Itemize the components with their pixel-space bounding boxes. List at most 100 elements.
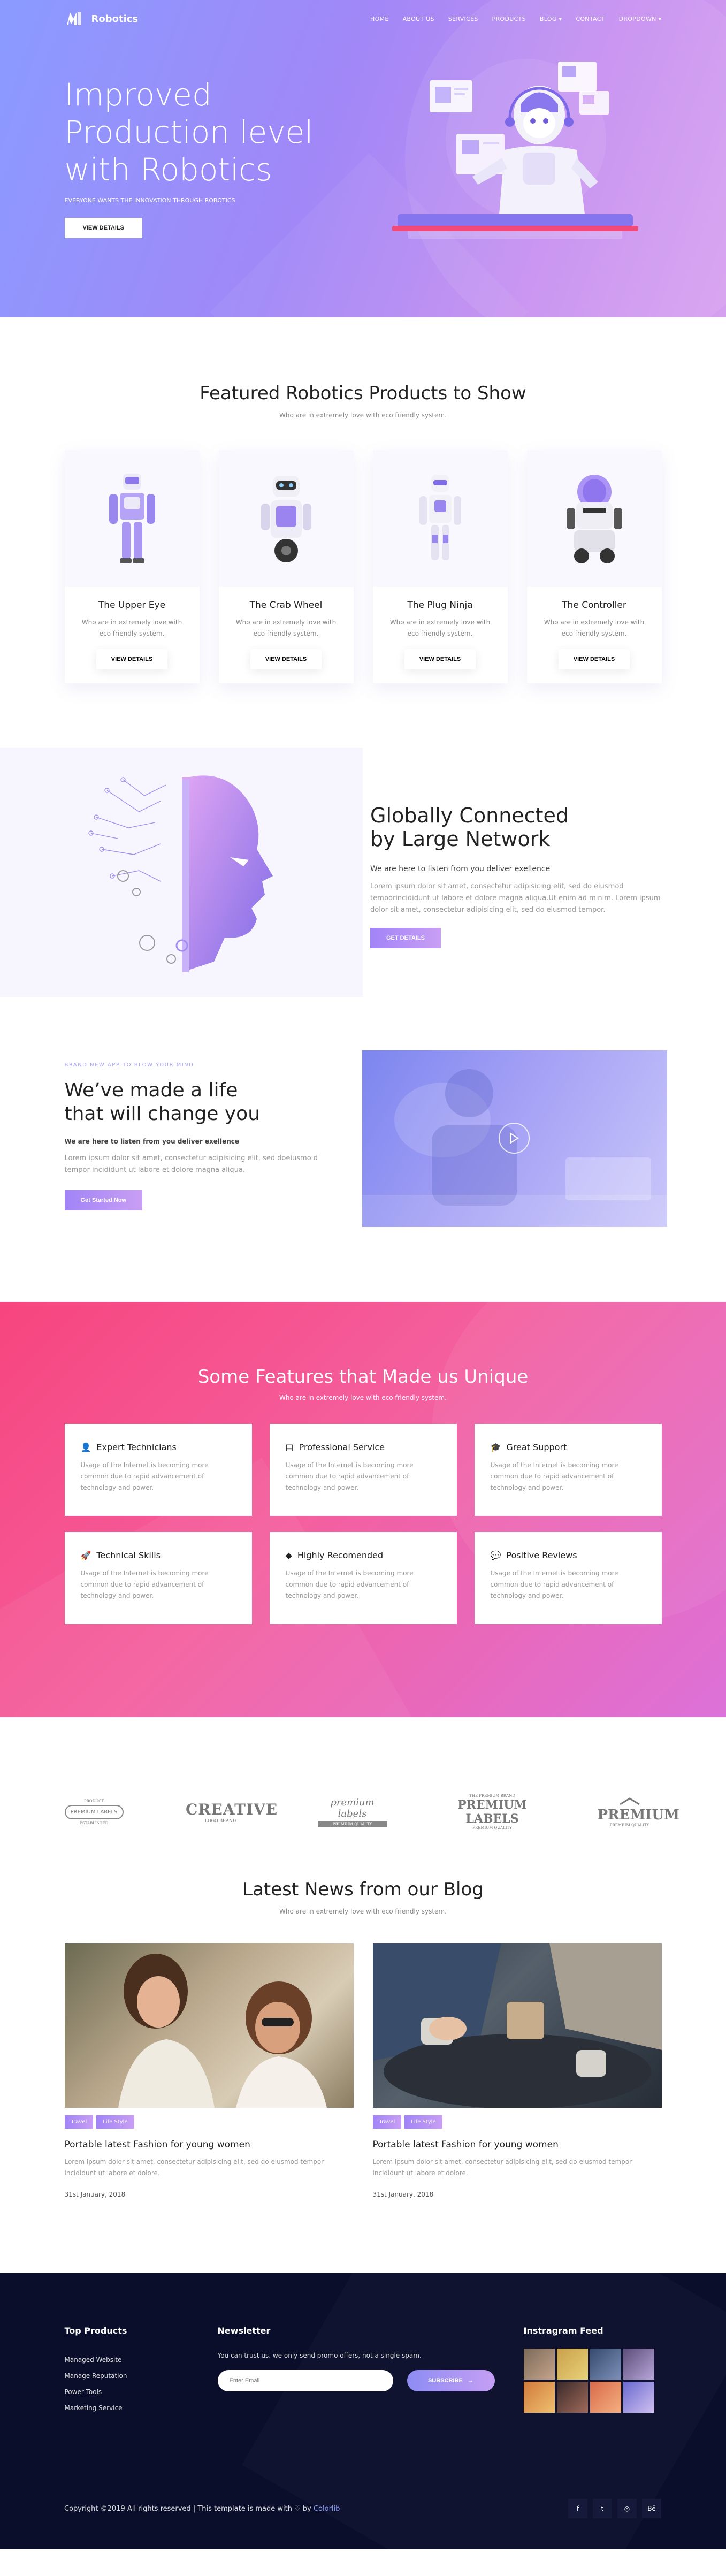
network-title: Globally Connected by Large Network: [370, 804, 670, 851]
twitter-icon[interactable]: t: [593, 2499, 612, 2518]
dribbble-icon[interactable]: ◎: [617, 2499, 637, 2518]
feature-text: Usage of the Internet is becoming more c…: [80, 1461, 209, 1491]
feature-heading: 💬 Positive Reviews: [491, 1550, 646, 1560]
post-date: 31st January, 2018: [372, 2191, 434, 2198]
tag-lifestyle[interactable]: Life Style: [404, 2115, 442, 2129]
brand[interactable]: Robotics: [65, 9, 139, 28]
post-date: 31st January, 2018: [64, 2191, 126, 2198]
brand-logo-main: CREATIVE: [186, 1801, 278, 1818]
life-section: BRAND NEW APP TO BLOW YOUR MIND We’ve ma…: [0, 997, 726, 1302]
brand-logo: THE PREMIUM BRAND PREMIUM LABELS PREMIUM…: [449, 1794, 535, 1830]
network-lead: We are here to listen from you deliver e…: [370, 865, 551, 873]
nav-home[interactable]: HOME: [370, 16, 389, 22]
card-title: The Upper Eye: [98, 600, 166, 611]
wheel-robot-icon: [261, 476, 311, 562]
tag-travel[interactable]: Travel: [372, 2115, 402, 2129]
subscribe-button[interactable]: SUBSCRIBE →: [407, 2370, 495, 2391]
arrow-right-icon: →: [467, 2377, 473, 2384]
brand-logo-bottom: PREMIUM QUALITY: [317, 1820, 387, 1827]
video-thumbnail[interactable]: [362, 1050, 667, 1227]
tag-travel[interactable]: Travel: [64, 2115, 94, 2129]
hero-subtitle: EVERYONE WANTS THE INNOVATION THROUGH RO…: [64, 197, 235, 204]
card-view-details-button[interactable]: VIEW DETAILS: [558, 649, 630, 669]
footer-link[interactable]: Marketing Service: [65, 2400, 218, 2416]
nav-about[interactable]: ABOUT US: [403, 16, 434, 22]
featured-title: Featured Robotics Products to Show: [200, 383, 526, 404]
brand-name: Robotics: [91, 13, 139, 25]
blog-post-image[interactable]: [64, 1943, 354, 2108]
nav-blog[interactable]: BLOG ▾: [540, 16, 562, 22]
feature-heading: ◆ Highly Recomended: [286, 1550, 441, 1560]
diamond-icon: ◆: [285, 1550, 292, 1560]
instagram-thumb[interactable]: [590, 2349, 621, 2380]
instagram-thumb[interactable]: [523, 2349, 555, 2380]
feature-card: 🚀 Technical Skills Usage of the Internet …: [64, 1532, 252, 1624]
coffee-table-photo-icon: [372, 1943, 662, 2108]
copyright-text: Copyright ©2019 All rights reserved | Th…: [64, 2504, 311, 2513]
blog-title: Latest News from our Blog: [242, 1879, 484, 1900]
get-started-button[interactable]: Get Started Now: [64, 1190, 143, 1210]
copyright: Copyright ©2019 All rights reserved | Th…: [64, 2505, 340, 2513]
card-view-details-button[interactable]: VIEW DETAILS: [250, 649, 322, 669]
rocket-icon: 🚀: [80, 1550, 91, 1560]
feature-text: Usage of the Internet is becoming more c…: [490, 1461, 618, 1491]
blog-subtitle: Who are in extremely love with eco frien…: [279, 1908, 447, 1915]
nav-services[interactable]: SERVICES: [448, 16, 478, 22]
blog-post-image[interactable]: [372, 1943, 662, 2108]
feature-heading: 🎓 Great Support: [491, 1442, 646, 1452]
card-title: The Controller: [562, 600, 626, 611]
brand-logo-main: premium labels: [330, 1796, 375, 1819]
tag-lifestyle[interactable]: Life Style: [96, 2115, 134, 2129]
brand-logo-bottom: ESTABLISHED: [79, 1820, 109, 1825]
brand-logo: premium labels PREMIUM QUALITY: [317, 1796, 387, 1827]
play-icon[interactable]: [498, 1123, 530, 1154]
chevron-down-icon: ▾: [559, 15, 562, 22]
footer-newsletter: Newsletter You can trust us. we only sen…: [217, 2326, 524, 2416]
card-view-details-button[interactable]: VIEW DETAILS: [404, 649, 476, 669]
brand-logo: PRODUCT PREMIUM LABELS ESTABLISHED: [64, 1798, 124, 1825]
instagram-thumb[interactable]: [556, 2349, 588, 2380]
nav-contact[interactable]: CONTACT: [576, 16, 605, 22]
behance-icon[interactable]: Bē: [642, 2499, 661, 2518]
feature-text: Usage of the Internet is becoming more c…: [490, 1569, 618, 1599]
post-title[interactable]: Portable latest Fashion for young women: [65, 2139, 354, 2150]
post-excerpt: Lorem ipsum dolor sit amet, consectetur …: [372, 2158, 632, 2177]
life-title-line2: that will change you: [64, 1103, 261, 1125]
brand-logos-row: PRODUCT PREMIUM LABELS ESTABLISHED CREAT…: [64, 1717, 679, 1841]
features-title: Some Features that Made us Unique: [197, 1366, 529, 1388]
nav-products[interactable]: PRODUCTS: [492, 16, 526, 22]
network-illustration-panel: [0, 748, 363, 997]
site-footer: Top Products Managed Website Manage Repu…: [0, 2273, 726, 2549]
brand-logo: CREATIVE LOGO BRAND: [186, 1801, 278, 1823]
brand-logo-top: PRODUCT: [83, 1798, 104, 1803]
instagram-title: Instragram Feed: [523, 2326, 603, 2336]
feature-card: ◆ Highly Recomended Usage of the Internet…: [269, 1532, 457, 1624]
dome-robot-icon: [566, 475, 622, 563]
feature-card: ▤ Professional Service Usage of the Inter…: [269, 1424, 457, 1516]
network-section: Globally Connected by Large Network We ar…: [0, 748, 726, 997]
life-kicker: BRAND NEW APP TO BLOW YOUR MIND: [64, 1062, 194, 1068]
network-get-details-button[interactable]: GET DETAILS: [370, 928, 441, 948]
colorlib-link[interactable]: Colorlib: [314, 2505, 340, 2513]
instagram-thumb[interactable]: [623, 2382, 654, 2413]
ninja-robot-icon: [419, 475, 461, 560]
newsletter-email-input[interactable]: [217, 2370, 393, 2391]
nav-dropdown[interactable]: DROPDOWN ▾: [619, 16, 662, 22]
footer-link[interactable]: Power Tools: [65, 2384, 218, 2400]
instagram-thumb[interactable]: [556, 2382, 588, 2413]
footer-link[interactable]: Manage Reputation: [65, 2368, 218, 2384]
instagram-thumb[interactable]: [523, 2382, 555, 2413]
facebook-icon[interactable]: f: [568, 2499, 587, 2518]
feature-title: Positive Reviews: [506, 1550, 577, 1560]
post-title[interactable]: Portable latest Fashion for young women: [373, 2139, 662, 2150]
life-lead: We are here to listen from you deliver e…: [64, 1138, 240, 1145]
instagram-thumb[interactable]: [623, 2349, 654, 2380]
hero-view-details-button[interactable]: VIEW DETAILS: [64, 218, 142, 238]
card-text: Who are in extremely love with eco frien…: [235, 619, 337, 637]
instagram-thumb[interactable]: [590, 2382, 621, 2413]
humanoid-robot-icon: [109, 474, 155, 563]
footer-link[interactable]: Managed Website: [65, 2352, 218, 2368]
product-card: The Upper Eye Who are in extremely love …: [64, 450, 200, 683]
features-subtitle: Who are in extremely love with eco frien…: [279, 1394, 447, 1401]
card-view-details-button[interactable]: VIEW DETAILS: [96, 649, 168, 669]
